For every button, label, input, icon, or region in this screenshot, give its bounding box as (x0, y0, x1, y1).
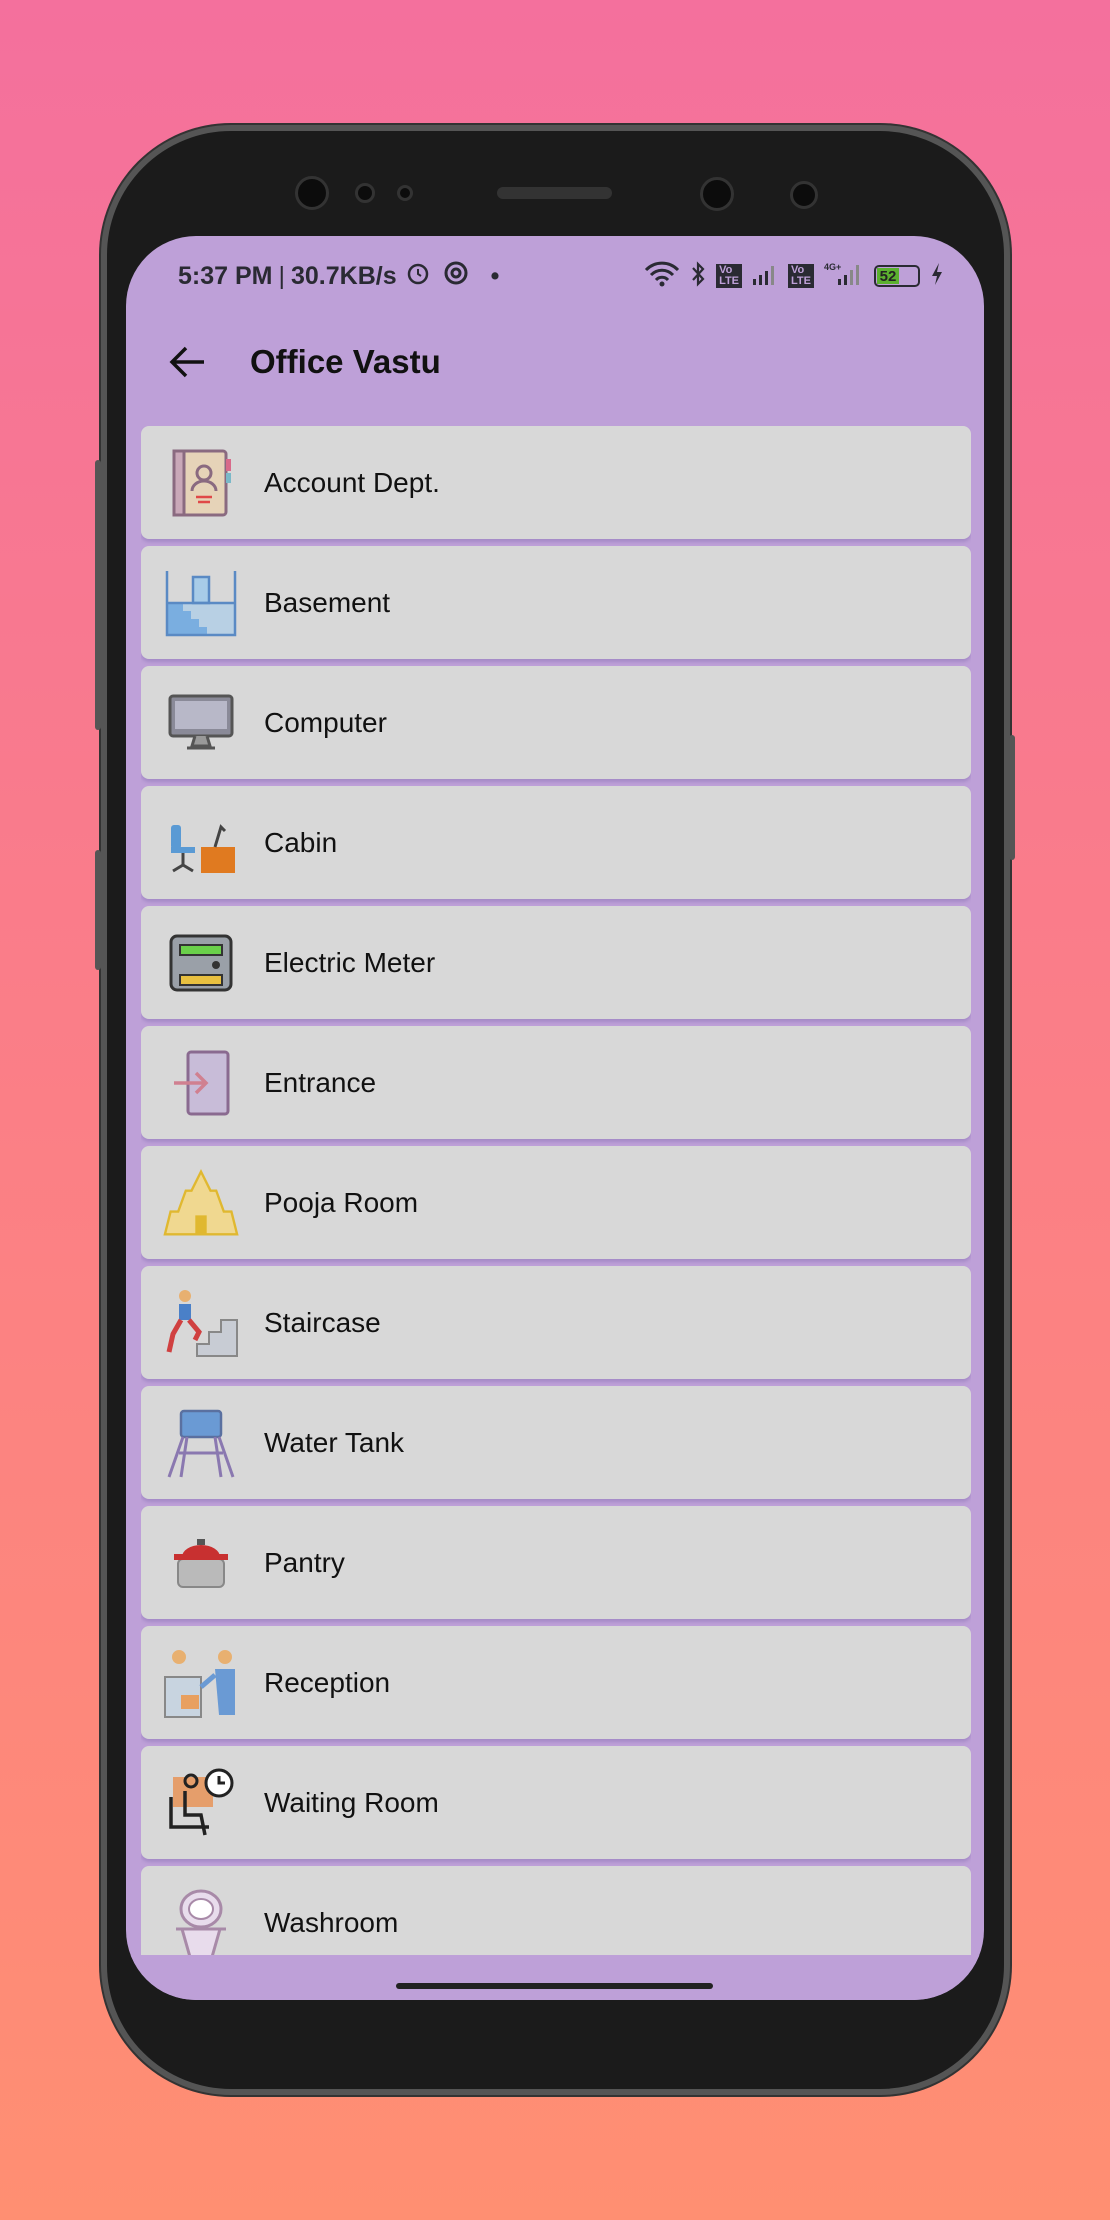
earpiece (497, 187, 612, 199)
data-saver-icon (443, 260, 469, 293)
item-label: Pantry (264, 1546, 345, 1578)
basement-stairs-icon (163, 565, 239, 641)
office-vastu-list[interactable]: Account Dept. Basement Computer Cabin El… (141, 426, 971, 1955)
electric-meter-icon (163, 925, 239, 1001)
alarm-icon (405, 260, 431, 293)
item-label: Account Dept. (264, 466, 440, 498)
bluetooth-icon (690, 260, 706, 292)
list-item-cabin[interactable]: Cabin (141, 786, 971, 899)
list-item-reception[interactable]: Reception (141, 1626, 971, 1739)
side-button (95, 850, 101, 970)
item-label: Computer (264, 706, 387, 738)
desktop-computer-icon (163, 685, 239, 761)
4g-signal-icon: 4G+ (824, 261, 864, 292)
app-bar: Office Vastu (126, 314, 984, 410)
sensor (355, 183, 375, 203)
navigation-bar (126, 1955, 984, 2000)
signal-icon (752, 263, 778, 290)
item-label: Cabin (264, 826, 338, 858)
list-item-staircase[interactable]: Staircase (141, 1266, 971, 1379)
list-item-washroom[interactable]: Washroom (141, 1866, 971, 1955)
item-label: Basement (264, 586, 391, 618)
list-item-electric-meter[interactable]: Electric Meter (141, 906, 971, 1019)
list-item-waiting-room[interactable]: Waiting Room (141, 1746, 971, 1859)
toilet-icon (163, 1885, 239, 1955)
volte-icon: Vo LTE (788, 264, 814, 288)
office-desk-icon (163, 805, 239, 881)
item-label: Staircase (264, 1306, 381, 1338)
camera (790, 181, 818, 209)
camera (700, 177, 734, 211)
separator: | (278, 261, 285, 290)
entrance-door-icon (163, 1045, 239, 1121)
status-time: 5:37 PM (178, 261, 273, 290)
svg-text:4G+: 4G+ (824, 262, 841, 272)
list-item-pooja-room[interactable]: Pooja Room (141, 1146, 971, 1259)
item-label: Water Tank (264, 1426, 405, 1458)
list-item-pantry[interactable]: Pantry (141, 1506, 971, 1619)
charging-icon (930, 262, 944, 291)
list-item-water-tank[interactable]: Water Tank (141, 1386, 971, 1499)
item-label: Pooja Room (264, 1186, 419, 1218)
home-indicator[interactable] (396, 1983, 713, 1989)
reception-desk-icon (163, 1645, 239, 1721)
sensor (397, 185, 413, 201)
item-label: Electric Meter (264, 946, 436, 978)
network-speed: 30.7KB/s (290, 261, 397, 290)
list-item-basement[interactable]: Basement (141, 546, 971, 659)
temple-icon (163, 1165, 239, 1241)
list-item-entrance[interactable]: Entrance (141, 1026, 971, 1139)
battery-icon: 52 (874, 265, 920, 287)
cooking-pot-icon (163, 1525, 239, 1601)
item-label: Entrance (264, 1066, 377, 1098)
address-book-icon (163, 445, 239, 521)
item-label: Washroom (264, 1906, 399, 1938)
volume-button (95, 460, 101, 730)
item-label: Reception (264, 1666, 391, 1698)
water-tower-icon (163, 1405, 239, 1481)
person-waiting-clock-icon (163, 1765, 239, 1841)
front-camera (295, 176, 329, 210)
screen: 5:37 PM | 30.7KB/s • Vo LTE Vo LTE 4G+ 52 … (126, 236, 984, 2000)
dot: • (490, 261, 500, 290)
wifi-icon (644, 261, 680, 292)
item-label: Waiting Room (264, 1786, 439, 1818)
page-title: Office Vastu (250, 343, 441, 380)
volte-icon: Vo LTE (716, 264, 743, 288)
status-bar: 5:37 PM | 30.7KB/s • Vo LTE Vo LTE 4G+ 52 (178, 256, 944, 296)
list-item-account-dept[interactable]: Account Dept. (141, 426, 971, 539)
arrow-left-icon (169, 346, 204, 378)
battery-level: 52 (877, 268, 899, 285)
person-climbing-stairs-icon (163, 1285, 239, 1361)
list-item-computer[interactable]: Computer (141, 666, 971, 779)
power-button (1009, 735, 1015, 860)
back-button[interactable] (166, 340, 210, 384)
